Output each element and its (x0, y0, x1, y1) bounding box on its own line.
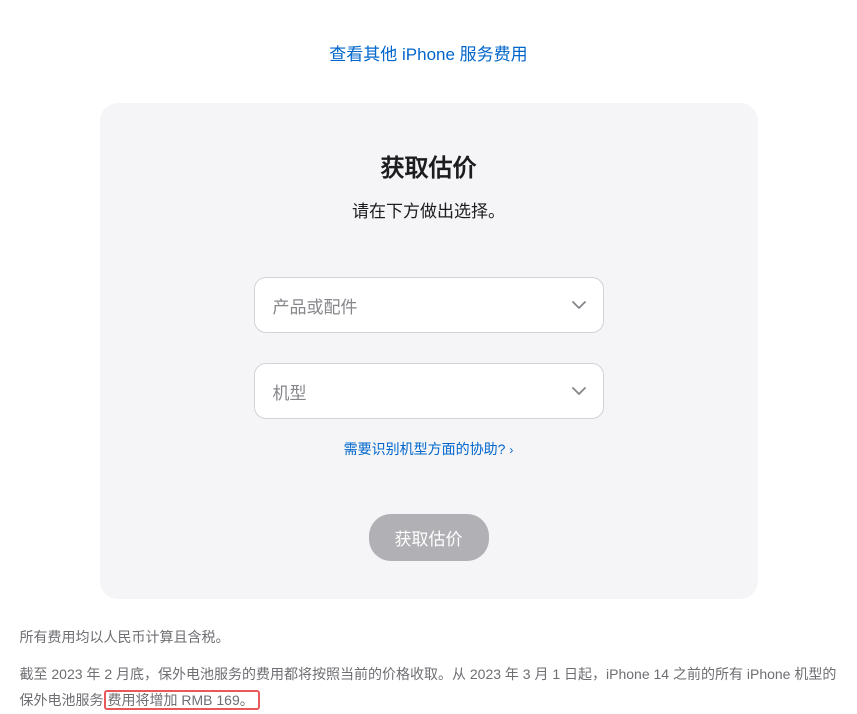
help-link-container: 需要识别机型方面的协助?› (160, 439, 698, 459)
top-link-container: 查看其他 iPhone 服务费用 (0, 40, 857, 65)
model-select[interactable]: 机型 (254, 363, 604, 419)
get-estimate-button[interactable]: 获取估价 (369, 514, 489, 561)
footer-text: 所有费用均以人民币计算且含税。 截至 2023 年 2 月底，保外电池服务的费用… (14, 624, 844, 714)
product-select[interactable]: 产品或配件 (254, 277, 604, 333)
chevron-right-icon: › (509, 443, 513, 457)
help-link-label: 需要识别机型方面的协助? (344, 441, 506, 457)
view-other-services-link[interactable]: 查看其他 iPhone 服务费用 (329, 45, 527, 64)
card-title: 获取估价 (160, 148, 698, 183)
model-select-wrapper: 机型 (254, 363, 604, 419)
footer-line-2: 截至 2023 年 2 月底，保外电池服务的费用都将按照当前的价格收取。从 20… (20, 661, 838, 714)
footer-line-1: 所有费用均以人民币计算且含税。 (20, 624, 838, 651)
price-increase-highlight: 费用将增加 RMB 169。 (104, 690, 260, 710)
identify-model-help-link[interactable]: 需要识别机型方面的协助?› (344, 441, 514, 457)
estimate-card: 获取估价 请在下方做出选择。 产品或配件 机型 需要识别机型方面的协助?› 获取… (100, 103, 758, 599)
product-select-wrapper: 产品或配件 (254, 277, 604, 333)
card-subtitle: 请在下方做出选择。 (160, 197, 698, 222)
